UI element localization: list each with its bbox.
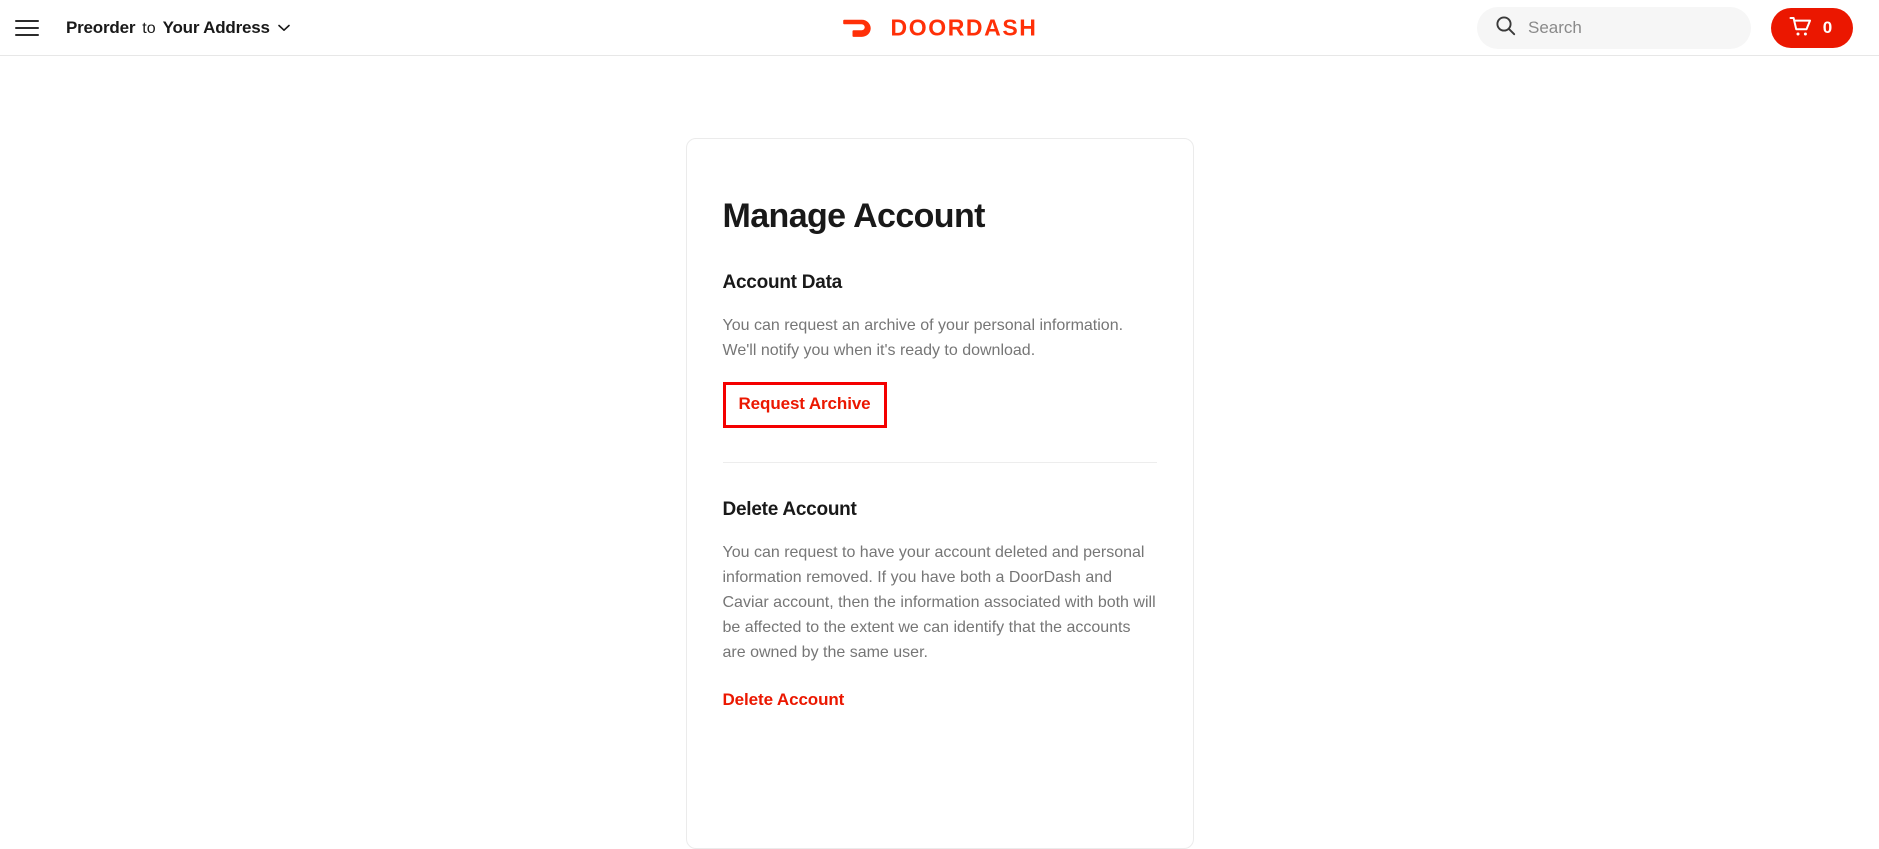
delete-account-description: You can request to have your account del… bbox=[722, 544, 1156, 661]
delivery-mode-address-selector[interactable]: Preorder to Your Address bbox=[66, 18, 290, 38]
hamburger-menu-icon[interactable] bbox=[10, 11, 44, 45]
doordash-logo[interactable]: DOORDASH bbox=[842, 12, 1038, 43]
delivery-mode-label: Preorder bbox=[66, 17, 136, 37]
header-left-group: Preorder to Your Address bbox=[0, 11, 290, 45]
account-data-title: Account Data bbox=[722, 272, 843, 293]
hamburger-line bbox=[15, 33, 39, 36]
search-input[interactable] bbox=[1528, 17, 1733, 38]
request-archive-highlight: Request Archive bbox=[722, 382, 887, 428]
chevron-down-icon bbox=[277, 21, 290, 35]
delete-account-link[interactable]: Delete Account bbox=[723, 690, 845, 710]
address-label: Your Address bbox=[162, 17, 270, 37]
manage-account-card: Manage Account Account Data You can requ… bbox=[685, 138, 1194, 849]
doordash-dash-logo bbox=[842, 12, 878, 43]
search-bar[interactable] bbox=[1477, 6, 1751, 49]
search-icon bbox=[1495, 15, 1516, 41]
header-right-group: 0 bbox=[1477, 6, 1853, 49]
hamburger-line bbox=[15, 26, 39, 29]
shopping-cart-icon bbox=[1789, 16, 1812, 40]
doordash-wordmark: DOORDASH bbox=[890, 14, 1038, 40]
to-label: to bbox=[142, 19, 156, 37]
request-archive-link[interactable]: Request Archive bbox=[739, 394, 871, 414]
delete-account-title: Delete Account bbox=[722, 499, 857, 520]
hamburger-line bbox=[15, 19, 39, 22]
page-content: Manage Account Account Data You can requ… bbox=[0, 56, 1879, 849]
delete-account-section: Delete Account You can request to have y… bbox=[722, 462, 1157, 744]
cart-button[interactable]: 0 bbox=[1771, 7, 1853, 48]
account-data-description: You can request an archive of your perso… bbox=[722, 317, 1124, 359]
page-title: Manage Account bbox=[722, 197, 986, 235]
account-data-section: Account Data You can request an archive … bbox=[722, 236, 1157, 462]
top-navigation-bar: Preorder to Your Address DOORDASH Search… bbox=[0, 0, 1879, 56]
cart-item-count: 0 bbox=[1822, 17, 1833, 37]
